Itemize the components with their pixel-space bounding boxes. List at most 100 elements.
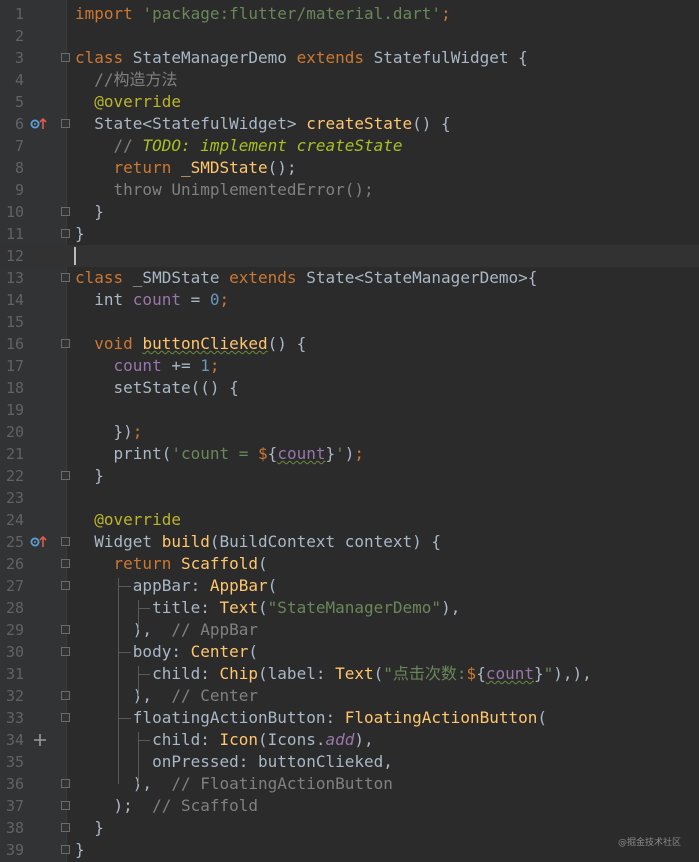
code-line[interactable]: 18 setState(() { bbox=[0, 377, 699, 399]
code-line[interactable]: 17 count += 1; bbox=[0, 355, 699, 377]
fold-marker-icon[interactable] bbox=[61, 53, 70, 62]
code-line[interactable]: 36 ), // FloatingActionButton bbox=[0, 773, 699, 795]
code-token: add bbox=[325, 730, 355, 749]
code-text: floatingActionButton: FloatingActionButt… bbox=[75, 707, 547, 729]
code-line[interactable]: 39} bbox=[0, 839, 699, 861]
code-line[interactable]: 21 print('count = ${count}'); bbox=[0, 443, 699, 465]
code-line[interactable]: 1 import 'package:flutter/material.dart'; bbox=[0, 3, 699, 25]
override-up-arrow-icon[interactable] bbox=[28, 113, 50, 135]
code-token: TODO: implement createState bbox=[142, 136, 403, 155]
code-token: void bbox=[94, 334, 143, 353]
code-text: throw UnimplementedError(); bbox=[75, 179, 374, 201]
fold-marker-icon[interactable] bbox=[61, 581, 70, 590]
fold-marker-icon[interactable] bbox=[61, 647, 70, 656]
code-line[interactable]: 4 //构造方法 bbox=[0, 69, 699, 91]
line-number: 38 bbox=[5, 819, 24, 837]
code-token: { bbox=[476, 664, 486, 683]
code-token: += bbox=[161, 356, 201, 375]
code-token: extends bbox=[296, 48, 374, 67]
code-line[interactable]: 11} bbox=[0, 223, 699, 245]
code-token: // FloatingActionButton bbox=[171, 774, 393, 793]
code-line[interactable]: 34 child: Icon(Icons.add), bbox=[0, 729, 699, 751]
code-line[interactable]: 2 bbox=[0, 25, 699, 47]
code-token: class bbox=[75, 268, 133, 287]
code-line[interactable]: 16 void buttonClieked() { bbox=[0, 333, 699, 355]
fold-marker-icon[interactable] bbox=[61, 713, 70, 722]
code-text: //构造方法 bbox=[75, 69, 177, 91]
code-line[interactable]: 7 // TODO: implement createState bbox=[0, 135, 699, 157]
code-line[interactable]: 12 bbox=[0, 245, 699, 267]
indent-guide bbox=[118, 652, 131, 653]
fold-marker-icon[interactable] bbox=[61, 823, 70, 832]
code-line[interactable]: 8 return _SMDState(); bbox=[0, 157, 699, 179]
code-line[interactable]: 19 bbox=[0, 399, 699, 421]
code-token: // AppBar bbox=[171, 620, 259, 639]
code-text: return Scaffold( bbox=[75, 553, 268, 575]
code-line[interactable]: 22 } bbox=[0, 465, 699, 487]
text-caret bbox=[74, 247, 76, 265]
fold-marker-icon[interactable] bbox=[61, 119, 70, 128]
code-token: count bbox=[113, 356, 162, 375]
code-line[interactable]: 23 bbox=[0, 487, 699, 509]
code-token: } bbox=[534, 664, 544, 683]
code-line[interactable]: 27 appBar: AppBar( bbox=[0, 575, 699, 597]
code-line[interactable]: 3 class StateManagerDemo extends Stateful… bbox=[0, 47, 699, 69]
fold-marker-icon[interactable] bbox=[61, 471, 70, 480]
code-text: } bbox=[75, 465, 104, 487]
code-line[interactable]: 26 return Scaffold( bbox=[0, 553, 699, 575]
code-line[interactable]: 31 child: Chip(label: Text("点击次数:${count… bbox=[0, 663, 699, 685]
code-token: Text bbox=[335, 664, 374, 683]
code-editor[interactable]: 1 import 'package:flutter/material.dart';… bbox=[0, 0, 699, 862]
code-line[interactable]: 5 @override bbox=[0, 91, 699, 113]
code-line[interactable]: 9 throw UnimplementedError(); bbox=[0, 179, 699, 201]
code-line[interactable]: 28 title: Text("StateManagerDemo"), bbox=[0, 597, 699, 619]
code-token: count bbox=[485, 664, 534, 683]
code-line[interactable]: 14 int count = 0; bbox=[0, 289, 699, 311]
code-text: State<StatefulWidget> createState() { bbox=[75, 113, 450, 135]
code-token: Widget bbox=[75, 532, 162, 551]
fold-marker-icon[interactable] bbox=[61, 229, 70, 238]
code-line[interactable]: 25 Widget build(BuildContext context) { bbox=[0, 531, 699, 553]
fold-marker-icon[interactable] bbox=[61, 207, 70, 216]
fold-marker-icon[interactable] bbox=[61, 801, 70, 810]
fold-marker-icon[interactable] bbox=[61, 625, 70, 634]
fold-marker-icon[interactable] bbox=[61, 339, 70, 348]
code-line[interactable]: 38 } bbox=[0, 817, 699, 839]
code-token: State<StateManagerDemo>{ bbox=[306, 268, 538, 287]
fold-marker-icon[interactable] bbox=[61, 779, 70, 788]
override-up-arrow-icon[interactable] bbox=[28, 531, 50, 553]
code-text: class StateManagerDemo extends StatefulW… bbox=[75, 47, 528, 69]
code-line[interactable]: 6 State<StatefulWidget> createState() { bbox=[0, 113, 699, 135]
fold-marker-icon[interactable] bbox=[61, 537, 70, 546]
fold-marker-icon[interactable] bbox=[61, 273, 70, 282]
fold-marker-icon[interactable] bbox=[61, 559, 70, 568]
code-line[interactable]: 24 @override bbox=[0, 509, 699, 531]
code-line[interactable]: 20 }); bbox=[0, 421, 699, 443]
line-number: 21 bbox=[5, 445, 24, 463]
fold-marker-icon[interactable] bbox=[61, 691, 70, 700]
code-line[interactable]: 32 ), // Center bbox=[0, 685, 699, 707]
fold-marker-icon[interactable] bbox=[61, 845, 70, 854]
code-line[interactable]: 33 floatingActionButton: FloatingActionB… bbox=[0, 707, 699, 729]
code-line[interactable]: 37 ); // Scaffold bbox=[0, 795, 699, 817]
code-line[interactable]: 15 bbox=[0, 311, 699, 333]
code-token: ), bbox=[75, 620, 172, 639]
indent-guide bbox=[118, 718, 131, 719]
code-line[interactable]: 35 onPressed: buttonClieked, bbox=[0, 751, 699, 773]
code-token: ; bbox=[354, 444, 365, 463]
line-number: 1 bbox=[14, 5, 24, 23]
code-token: } bbox=[75, 840, 85, 859]
code-line[interactable]: 13 class _SMDState extends State<StateMan… bbox=[0, 267, 699, 289]
line-number: 5 bbox=[14, 93, 24, 111]
code-text: count += 1; bbox=[75, 355, 220, 377]
line-number: 17 bbox=[5, 357, 24, 375]
code-line[interactable]: 10 } bbox=[0, 201, 699, 223]
line-number: 9 bbox=[14, 181, 24, 199]
code-text: return _SMDState(); bbox=[75, 157, 297, 179]
code-line[interactable]: 29 ), // AppBar bbox=[0, 619, 699, 641]
code-token: Scaffold bbox=[180, 554, 259, 573]
code-line[interactable]: 30 body: Center( bbox=[0, 641, 699, 663]
plus-icon[interactable] bbox=[33, 729, 55, 751]
line-number: 11 bbox=[5, 225, 24, 243]
